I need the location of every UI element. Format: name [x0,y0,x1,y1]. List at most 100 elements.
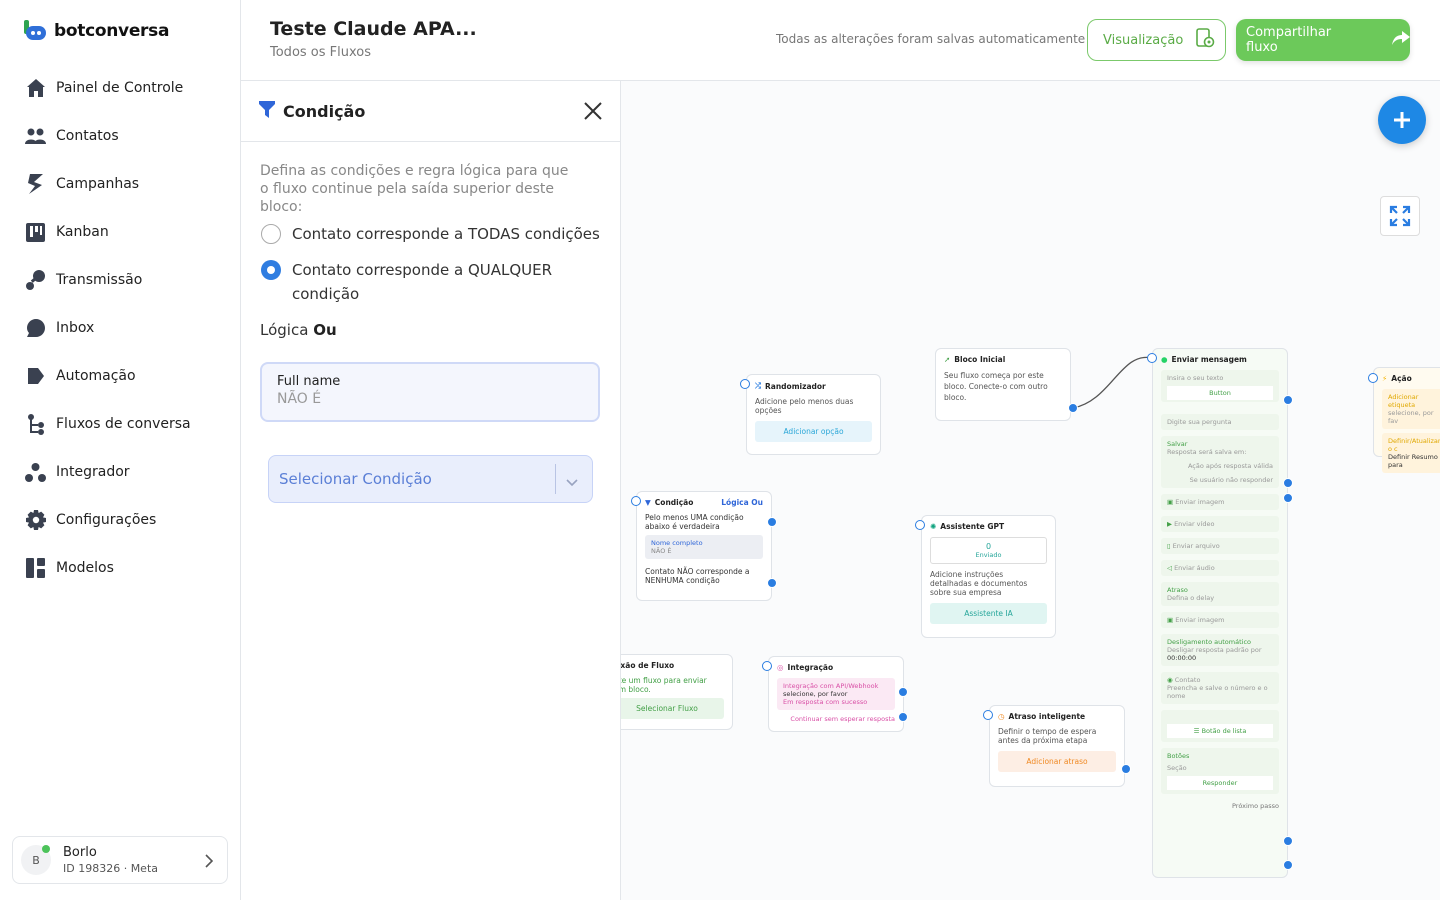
start-node[interactable]: ➚ Bloco Inicial Seu fluxo começa por este… [935,348,1071,421]
openai-icon: ✺ [930,522,937,531]
chevron-right-icon [205,853,214,872]
output-port-next[interactable] [1283,860,1293,870]
user-card[interactable]: B Borlo ID 198326 · Meta [12,836,228,884]
input-port[interactable] [1147,353,1157,363]
message-button[interactable]: Button [1167,386,1273,400]
sidebar-item-contatos[interactable]: Contatos [0,112,240,160]
output-port-false[interactable] [767,578,777,588]
send-image-block[interactable]: ▣ Enviar imagem [1161,494,1279,510]
input-port[interactable] [631,496,641,506]
logo[interactable]: botconversa [24,20,169,42]
preview-label: Visualização [1103,32,1184,48]
output-port[interactable] [1068,403,1078,413]
sidebar-item-painel[interactable]: Painel de Controle [0,64,240,112]
flow-icon [25,413,46,435]
reply-button[interactable]: Responder [1167,776,1273,790]
message-text-block[interactable]: Insira o seu texto Button [1161,370,1279,402]
share-flow-button[interactable]: Compartilhar fluxo [1236,19,1410,61]
action-node[interactable]: ⚡ Ação Adicionar etiqueta selecione, por f… [1373,367,1440,473]
radio-all[interactable] [261,224,281,244]
send-file-block[interactable]: ▯ Enviar arquivo [1161,538,1279,554]
preview-button[interactable]: Visualização [1087,19,1226,61]
add-delay-button[interactable]: Adicionar atraso [998,751,1116,772]
option-any-condition[interactable]: Contato corresponde a QUALQUER condição [261,258,581,306]
sent-label: Enviado [975,551,1002,559]
output-port-reply[interactable] [1283,836,1293,846]
sidebar-item-label: Transmissão [56,272,143,288]
condition-item[interactable]: Full name NÃO É [260,362,600,422]
list-button-block[interactable]: ☰ Botão de lista [1161,710,1279,742]
integrator-icon [25,462,46,483]
flow-canvas[interactable]: ⤮ Randomizador Adicione pelo menos duas o… [621,81,1440,900]
gpt-assistant-node[interactable]: ✺ Assistente GPT 0 Enviado Adicione instru… [921,515,1056,638]
select-flow-button[interactable]: Selecionar Fluxo [621,698,724,719]
sidebar-item-integrador[interactable]: Integrador [0,448,240,496]
logic-value: Ou [313,321,337,339]
user-id: ID 198326 · Meta [63,862,159,875]
output-port-continue[interactable] [898,712,908,722]
option-all-conditions[interactable]: Contato corresponde a TODAS condições [261,222,600,246]
output-port[interactable] [1121,764,1131,774]
flow-title[interactable]: Teste Claude APA... [270,18,477,40]
input-port[interactable] [915,520,925,530]
question-block[interactable]: Digite sua pergunta [1161,414,1279,430]
send-message-node[interactable]: ● Enviar mensagem Insira o seu texto Butto… [1152,348,1288,878]
continue-no-wait: Continuar sem esperar resposta [790,715,895,723]
sidebar-item-fluxos[interactable]: Fluxos de conversa [0,400,240,448]
output-port-true[interactable] [767,517,777,527]
condition-node[interactable]: ▼ Condição Lógica Ou Pelo menos UMA condiç… [636,491,772,601]
sidebar-item-kanban[interactable]: Kanban [0,208,240,256]
sidebar-item-inbox[interactable]: Inbox [0,304,240,352]
panel-description: Defina as condições e regra lógica para … [260,163,569,215]
list-button-label: Botão de lista [1201,727,1247,735]
add-block-button[interactable] [1378,96,1426,144]
sidebar-item-transmissao[interactable]: Transmissão [0,256,240,304]
integration-config: Integração com API/Webhook selecione, por… [777,678,895,710]
select-condition-dropdown[interactable]: Selecionar Condição [268,455,593,503]
integration-node[interactable]: ◎ Integração Integração com API/Webhook se… [768,656,904,732]
ai-assistant-button[interactable]: Assistente IA [930,603,1047,624]
chip-operator: NÃO É [651,547,672,555]
sent-count: 0 [985,542,992,551]
sidebar-item-automacao[interactable]: Automação [0,352,240,400]
sidebar-item-campanhas[interactable]: Campanhas [0,160,240,208]
condition-false-text: Contato NÃO corresponde a NENHUMA condiç… [645,567,750,585]
output-port-button[interactable] [1283,395,1293,405]
fit-view-button[interactable] [1380,196,1420,236]
smart-delay-node[interactable]: ◷ Atraso inteligente Definir o tempo de e… [989,705,1125,787]
sent-counter: 0 Enviado [930,537,1047,564]
whatsapp-icon: ● [1161,355,1168,364]
output-port-success[interactable] [898,687,908,697]
auto-off-block[interactable]: Desligamento automático Desligar resposta… [1161,634,1279,666]
chevron-down-icon [566,473,578,491]
contact-block[interactable]: ◉ Contato Preencha e salve o número e o n… [1161,672,1279,704]
valid-response-action: Ação após resposta válida [1187,462,1273,470]
header: Teste Claude APA... Todos os Fluxos Toda… [241,0,1440,81]
add-option-button[interactable]: Adicionar opção [755,421,872,442]
save-block[interactable]: Salvar Resposta será salva em: Ação após r… [1161,436,1279,488]
send-video-block[interactable]: ▶ Enviar vídeo [1161,516,1279,532]
buttons-block[interactable]: Botões Seção Responder [1161,748,1279,794]
save-label: Salvar [1167,440,1188,448]
send-audio-block[interactable]: ◁ Enviar áudio [1161,560,1279,576]
flow-connect-node[interactable]: nexão de Fluxo ecte um fluxo para enviar… [621,654,733,730]
send-image-block-2[interactable]: ▣ Enviar imagem [1161,612,1279,628]
sidebar-item-configuracoes[interactable]: Configurações [0,496,240,544]
sidebar-item-label: Painel de Controle [56,80,184,96]
input-port[interactable] [762,661,772,671]
logo-icon [24,20,46,42]
input-port[interactable] [740,379,750,389]
input-port[interactable] [1368,373,1378,383]
close-icon[interactable] [582,100,604,122]
auto-off-desc: Desligar resposta padrão por [1167,646,1262,654]
breadcrumb[interactable]: Todos os Fluxos [270,45,371,60]
input-port[interactable] [983,710,993,720]
sidebar-item-modelos[interactable]: Modelos [0,544,240,592]
clock-icon: ◷ [998,712,1005,721]
delay-block[interactable]: Atraso Defina o delay [1161,582,1279,606]
radio-any[interactable] [261,260,281,280]
randomizer-node[interactable]: ⤮ Randomizador Adicione pelo menos duas o… [746,374,881,455]
output-port-valid[interactable] [1283,478,1293,488]
output-port-noreply[interactable] [1283,493,1293,503]
shuffle-icon: ⤮ [755,381,761,390]
